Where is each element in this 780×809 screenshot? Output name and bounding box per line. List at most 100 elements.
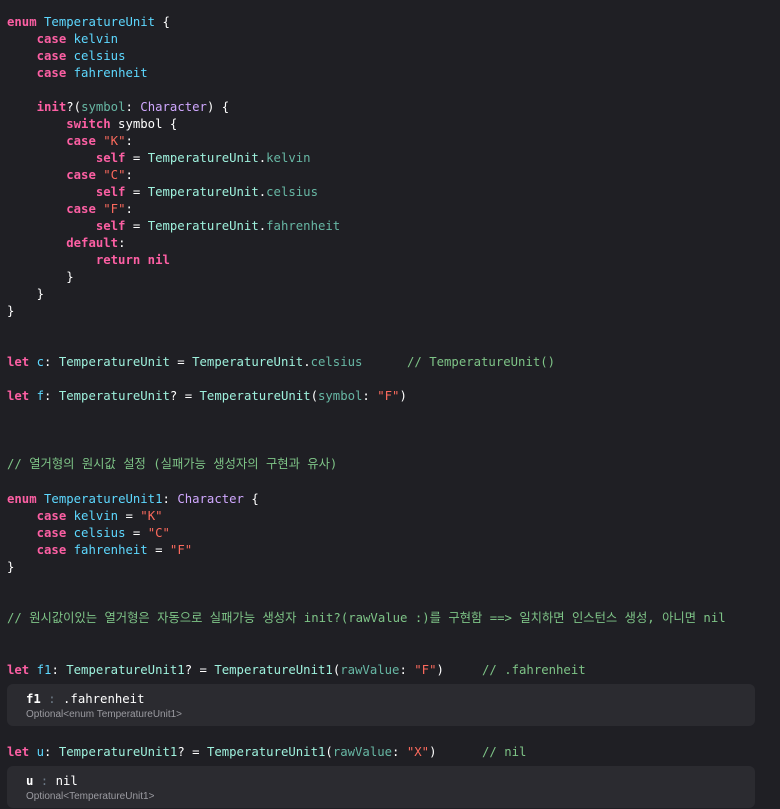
punct: ? (177, 745, 185, 759)
punct: : (118, 236, 126, 250)
argument-label: rawValue (340, 663, 400, 677)
punct: = (125, 526, 148, 540)
code-line: case "K": (7, 133, 133, 150)
string-literal: "C" (147, 526, 170, 540)
member-name: kelvin (266, 151, 311, 165)
comment-text: // 열거형의 원시값 설정 (실패가능 생성자의 구현과 유사) (7, 457, 338, 471)
keyword: case (66, 134, 96, 148)
punct: = (177, 389, 200, 403)
code-line: case fahrenheit (7, 65, 148, 82)
comment-text: // nil (482, 745, 527, 759)
code-line: } (7, 303, 14, 320)
inline-result-f1[interactable]: f1 : .fahrenheit Optional<enum Temperatu… (7, 684, 755, 726)
type-name: TemperatureUnit (58, 389, 170, 403)
keyword: init (36, 100, 67, 114)
code-line: let f: TemperatureUnit? = TemperatureUni… (7, 388, 407, 405)
punct: ) (399, 389, 407, 403)
result-type: Optional<TemperatureUnit1> (26, 791, 155, 802)
keyword: let (7, 355, 30, 369)
string-literal: "F" (414, 663, 437, 677)
result-type: Optional<enum TemperatureUnit1> (26, 709, 183, 720)
keyword: let (7, 745, 30, 759)
type-name: TemperatureUnit (147, 219, 259, 233)
comment-text: // TemperatureUnit() (407, 355, 556, 369)
keyword: case (36, 49, 67, 63)
punct: = (147, 543, 170, 557)
code-line: // 열거형의 원시값 설정 (실패가능 생성자의 구현과 유사) (7, 456, 337, 473)
type-name: TemperatureUnit (147, 151, 259, 165)
code-line: case kelvin (7, 31, 118, 48)
case-name: fahrenheit (73, 66, 148, 80)
punct: : (125, 134, 133, 148)
code-line: self = TemperatureUnit.kelvin (7, 150, 311, 167)
keyword: self (95, 219, 126, 233)
code-line: let c: TemperatureUnit = TemperatureUnit… (7, 354, 362, 371)
code-line: switch symbol { (7, 116, 177, 133)
string-literal: "F" (169, 543, 193, 557)
punct: = (125, 185, 148, 199)
type-name: Character (140, 100, 207, 114)
case-name: fahrenheit (73, 543, 148, 557)
result-value: nil (55, 774, 78, 788)
plain-text: symbol { (110, 117, 178, 131)
punct: ) (436, 663, 444, 677)
result-separator: : (33, 774, 56, 788)
keyword: case (36, 543, 67, 557)
code-line: case celsius = "C" (7, 525, 170, 542)
code-line: let f1: TemperatureUnit1? = TemperatureU… (7, 662, 444, 679)
punct: ( (325, 745, 333, 759)
code-line: } (7, 559, 14, 576)
keyword: case (36, 526, 67, 540)
string-literal: "C" (103, 168, 126, 182)
code-line: case kelvin = "K" (7, 508, 163, 525)
punct: : (162, 492, 178, 506)
inline-comment: // nil (482, 744, 526, 761)
string-literal: "K" (140, 509, 163, 523)
code-line: case celsius (7, 48, 126, 65)
keyword: case (36, 32, 67, 46)
punct: ?( (66, 100, 82, 114)
code-editor[interactable]: enum TemperatureUnit { case kelvin case … (0, 0, 780, 809)
punct: = (192, 663, 215, 677)
punct: { (243, 492, 259, 506)
result-value: .fahrenheit (63, 692, 145, 706)
inline-result-u[interactable]: u : nil Optional<TemperatureUnit1> (7, 766, 755, 808)
variable-name: f (36, 389, 45, 403)
code-line: default: (7, 235, 125, 252)
punct: : (44, 355, 59, 369)
keyword: nil (147, 253, 170, 267)
keyword: self (95, 185, 126, 199)
code-line: } (7, 286, 44, 303)
punct: = (184, 745, 207, 759)
punct: ) (429, 745, 437, 759)
keyword: enum (7, 15, 37, 29)
type-name: TemperatureUnit1 (206, 745, 326, 759)
punct: : (392, 745, 407, 759)
punct: : (125, 100, 141, 114)
punct: : (44, 389, 59, 403)
keyword: let (7, 663, 30, 677)
type-name: TemperatureUnit (58, 355, 170, 369)
keyword: enum (7, 492, 37, 506)
type-name: TemperatureUnit (192, 355, 304, 369)
code-line: // 원시값이있는 열거형은 자동으로 실패가능 생성자 init?(rawVa… (7, 610, 726, 627)
result-separator: : (40, 692, 64, 706)
keyword: switch (66, 117, 111, 131)
result-value-line: u : nil (26, 773, 78, 789)
case-name: kelvin (73, 509, 119, 523)
punct: { (155, 15, 170, 29)
member-name: celsius (266, 185, 318, 199)
keyword: case (36, 509, 67, 523)
keyword: self (95, 151, 126, 165)
code-line: enum TemperatureUnit1: Character { (7, 491, 259, 508)
member-name: fahrenheit (266, 219, 341, 233)
member-name: celsius (310, 355, 363, 369)
code-line: enum TemperatureUnit { (7, 14, 170, 31)
code-line: init?(symbol: Character) { (7, 99, 230, 116)
variable-name: c (36, 355, 45, 369)
type-name: TemperatureUnit (44, 15, 156, 29)
type-name: TemperatureUnit1 (214, 663, 333, 677)
variable-name: u (36, 745, 45, 759)
code-line: return nil (7, 252, 170, 269)
punct: ) { (206, 100, 230, 114)
